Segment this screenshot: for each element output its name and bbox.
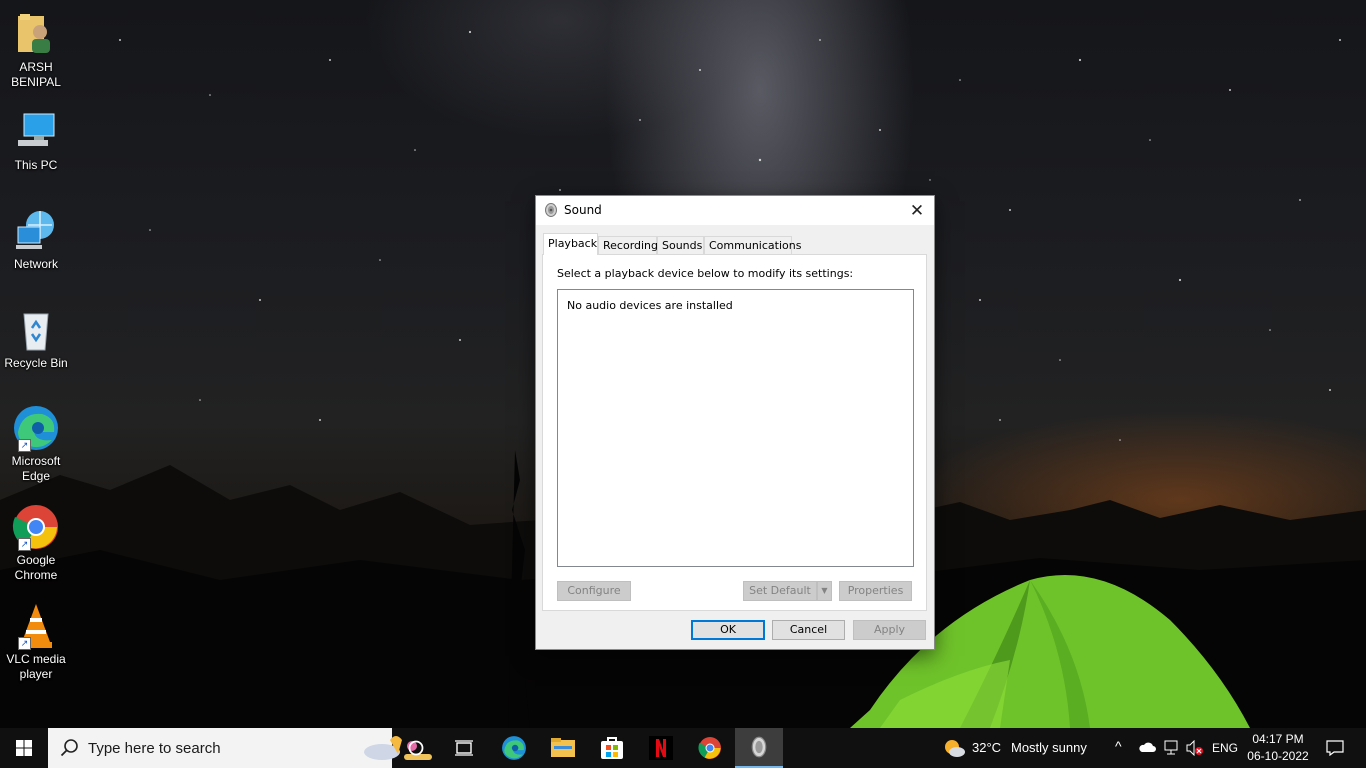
taskbar-chrome[interactable] (686, 728, 734, 768)
playback-panel: Select a playback device below to modify… (542, 254, 927, 611)
netflix-icon (649, 736, 673, 760)
weather-icon (945, 740, 965, 757)
taskbar-netflix[interactable] (637, 728, 685, 768)
title-bar[interactable]: Sound ✕ (536, 196, 934, 225)
close-icon: ✕ (909, 200, 925, 221)
task-view-button[interactable] (440, 728, 488, 768)
desktop-icon-recycle-bin[interactable]: Recycle Bin (4, 306, 68, 371)
configure-button[interactable]: Configure (557, 581, 631, 601)
edge-icon: ↗ (12, 404, 60, 452)
vlc-icon: ↗ (12, 602, 60, 650)
speaker-icon (545, 203, 557, 217)
language-indicator[interactable]: ENG (1212, 741, 1238, 755)
tab-recording[interactable]: Recording (598, 236, 658, 254)
microsoft-store-icon (601, 737, 623, 759)
start-button[interactable] (0, 728, 48, 768)
sound-icon (751, 736, 767, 758)
taskbar: Type here to search 32°C Mostly sunny ^ (0, 728, 1366, 768)
tab-sounds[interactable]: Sounds (657, 236, 704, 254)
tab-playback[interactable]: Playback (543, 233, 598, 255)
file-explorer-icon (551, 738, 575, 757)
chrome-icon: ↗ (12, 503, 60, 551)
empty-device-message: No audio devices are installed (567, 299, 733, 312)
desktop-icon-microsoft-edge[interactable]: ↗ Microsoft Edge (4, 404, 68, 484)
sound-dialog: Sound ✕ Playback Recording Sounds Commun… (535, 195, 935, 650)
desktop-icon-vlc-media-player[interactable]: ↗ VLC media player (4, 602, 68, 682)
shortcut-arrow-icon: ↗ (18, 637, 31, 650)
desktop-icon-this-pc[interactable]: This PC (4, 108, 68, 173)
notifications-button[interactable] (1320, 728, 1350, 768)
onedrive-icon[interactable] (1138, 741, 1156, 753)
device-list[interactable]: No audio devices are installed (557, 289, 914, 567)
chevron-down-icon: ▼ (821, 586, 828, 595)
instruction-text: Select a playback device below to modify… (557, 267, 854, 280)
windows-logo-icon (16, 740, 32, 756)
properties-button[interactable]: Properties (839, 581, 912, 601)
search-box[interactable]: Type here to search (48, 728, 432, 768)
notification-icon (1326, 740, 1344, 756)
desktop-icon-network[interactable]: Network (4, 207, 68, 272)
task-view-icon (455, 740, 473, 756)
show-hidden-icons-chevron-icon[interactable]: ^ (1115, 738, 1122, 754)
recycle-bin-icon (12, 306, 60, 354)
cortana-icon (408, 740, 424, 756)
tab-communications[interactable]: Communications (704, 236, 801, 254)
taskbar-file-explorer[interactable] (539, 728, 587, 768)
close-button[interactable]: ✕ (900, 196, 934, 225)
cortana-button[interactable] (392, 728, 440, 768)
chrome-icon (698, 737, 721, 759)
taskbar-microsoft-store[interactable] (588, 728, 636, 768)
dialog-title: Sound (564, 203, 602, 217)
computer-icon (12, 108, 60, 156)
cancel-button[interactable]: Cancel (772, 620, 845, 640)
taskbar-edge[interactable] (490, 728, 538, 768)
desktop-icon-user-folder[interactable]: ARSH BENIPAL (4, 10, 68, 90)
clock-time: 04:17 PM (1252, 732, 1304, 746)
search-placeholder: Type here to search (88, 740, 221, 757)
network-icon (12, 207, 60, 255)
network-status-icon[interactable] (1162, 740, 1180, 756)
shortcut-arrow-icon: ↗ (18, 439, 31, 452)
user-folder-icon (12, 10, 60, 58)
search-icon (60, 739, 78, 757)
shortcut-arrow-icon: ↗ (18, 538, 31, 551)
clock-date: 06-10-2022 (1247, 749, 1309, 763)
set-default-dropdown[interactable]: ▼ (817, 581, 832, 601)
weather-condition[interactable]: Mostly sunny (1011, 740, 1087, 755)
edge-icon (502, 736, 526, 760)
desktop-icon-google-chrome[interactable]: ↗ Google Chrome (4, 503, 68, 583)
clock[interactable]: 04:17 PM 06-10-2022 (1244, 731, 1312, 765)
volume-muted-icon[interactable] (1186, 740, 1204, 756)
taskbar-sound-active[interactable] (735, 728, 783, 768)
weather-temperature[interactable]: 32°C (972, 740, 1001, 755)
ok-button[interactable]: OK (691, 620, 765, 640)
apply-button[interactable]: Apply (853, 620, 926, 640)
set-default-button[interactable]: Set Default (743, 581, 817, 601)
